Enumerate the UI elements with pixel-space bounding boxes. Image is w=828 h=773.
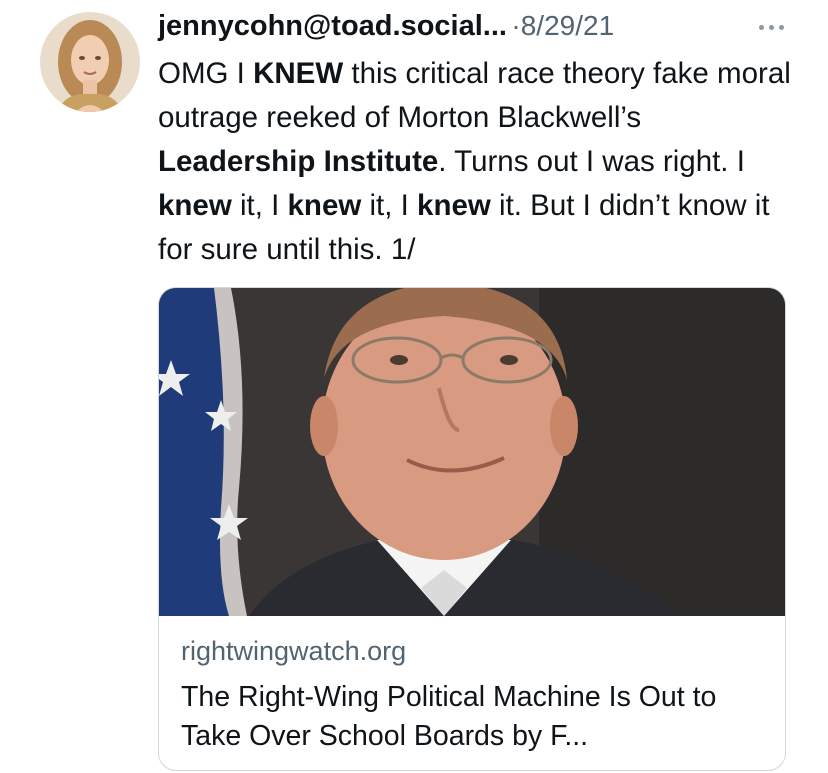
text-segment-bold: knew	[158, 189, 232, 222]
tweet-header: jennycohn@toad.social... ·8/29/21	[158, 10, 790, 50]
link-preview-card[interactable]: rightwingwatch.org The Right-Wing Politi…	[158, 287, 786, 771]
more-horizontal-icon[interactable]	[754, 16, 790, 40]
text-segment: it, I	[231, 189, 288, 222]
tweet-text: OMG I KNEW this critical race theory fak…	[158, 52, 798, 272]
text-segment-bold: Leadership Institute	[158, 145, 439, 178]
text-segment-bold: knew	[417, 189, 491, 222]
author-handle[interactable]: jennycohn@toad.social...	[158, 10, 507, 42]
tweet-date[interactable]: 8/29/21	[521, 10, 614, 41]
text-segment-bold: KNEW	[253, 57, 344, 90]
card-image	[159, 288, 785, 616]
card-domain: rightwingwatch.org	[181, 636, 407, 666]
text-segment-bold: knew	[287, 189, 362, 222]
text-segment: . Turns out I was right. I	[438, 145, 745, 178]
author-avatar[interactable]	[40, 12, 140, 112]
card-title: The Right-Wing Political Machine Is Out …	[181, 681, 717, 752]
header-separator: ·	[511, 10, 521, 41]
text-segment: OMG I	[158, 57, 254, 90]
text-segment: it, I	[361, 189, 418, 222]
avatar-photo	[40, 12, 140, 112]
